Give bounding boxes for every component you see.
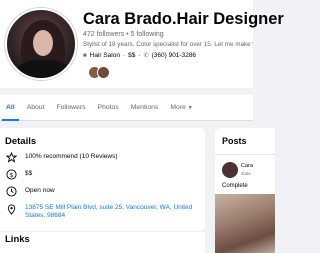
- posts-card: Posts Cara June Complete: [215, 128, 275, 253]
- details-row-price: $ $$: [5, 168, 32, 180]
- profile-header: Cara Brado.Hair Designer 472 followers •…: [0, 0, 284, 88]
- follow-stats[interactable]: 472 followers • 5 following: [83, 31, 164, 38]
- location-pin-icon: [5, 203, 17, 215]
- post-date[interactable]: June: [241, 171, 251, 176]
- tab-photos[interactable]: Photos: [92, 95, 125, 121]
- details-row-recommend: 100% recommend (10 Reviews): [5, 151, 117, 163]
- links-title: Links: [5, 234, 30, 245]
- avatar-face: [33, 30, 53, 56]
- post-author-avatar[interactable]: [222, 162, 238, 178]
- tab-more[interactable]: More ▼: [164, 95, 198, 121]
- profile-tabs: All About Followers Photos Mentions More…: [0, 95, 253, 121]
- meta-separator: ·: [122, 52, 126, 59]
- price-text: $$: [25, 170, 33, 177]
- star-icon: [5, 151, 17, 163]
- phone-label[interactable]: (360) 901-3286: [152, 52, 196, 59]
- address-link[interactable]: 13875 SE Mill Plain Blvd, suite 25, Vanc…: [25, 203, 200, 220]
- recommend-text[interactable]: 100% recommend (10 Reviews): [25, 151, 117, 160]
- links-card: Links: [0, 232, 205, 253]
- profile-name: Cara Brado.Hair Designer: [83, 10, 284, 28]
- details-row-hours: Open now: [5, 185, 55, 197]
- posts-title: Posts: [222, 136, 247, 146]
- price-icon: $: [5, 168, 17, 180]
- svg-text:$: $: [9, 171, 13, 178]
- price-label: $$: [128, 52, 136, 59]
- phone-icon: ✆: [143, 53, 149, 59]
- profile-avatar[interactable]: [5, 8, 77, 80]
- meta-separator: ·: [138, 52, 141, 59]
- tag-icon: ■: [83, 52, 87, 59]
- tab-mentions[interactable]: Mentions: [125, 95, 165, 121]
- post-text: Complete: [222, 183, 248, 189]
- details-row-address: 13875 SE Mill Plain Blvd, suite 25, Vanc…: [5, 203, 200, 220]
- tab-followers[interactable]: Followers: [50, 95, 91, 121]
- avatar-shirt: [17, 60, 69, 78]
- profile-bio: Stylist of 18 years. Color specialist fo…: [83, 41, 253, 48]
- post-image[interactable]: [215, 194, 275, 253]
- category-label: Hair Salon: [89, 52, 120, 59]
- tab-all[interactable]: All: [0, 95, 21, 121]
- post-author-name[interactable]: Cara: [241, 163, 253, 169]
- friend-avatar: [97, 66, 110, 79]
- details-card: Details 100% recommend (10 Reviews) $ $$…: [0, 128, 205, 231]
- posts-divider: [215, 154, 275, 155]
- hours-text: Open now: [25, 187, 55, 194]
- tab-more-label: More: [170, 103, 186, 111]
- mutual-friends[interactable]: [88, 66, 110, 79]
- tab-about[interactable]: About: [21, 95, 51, 121]
- clock-icon: [5, 185, 17, 197]
- profile-meta: ■ Hair Salon · $$ · ✆ (360) 901-3286: [83, 52, 196, 59]
- details-title: Details: [5, 136, 37, 147]
- chevron-down-icon: ▼: [187, 104, 193, 111]
